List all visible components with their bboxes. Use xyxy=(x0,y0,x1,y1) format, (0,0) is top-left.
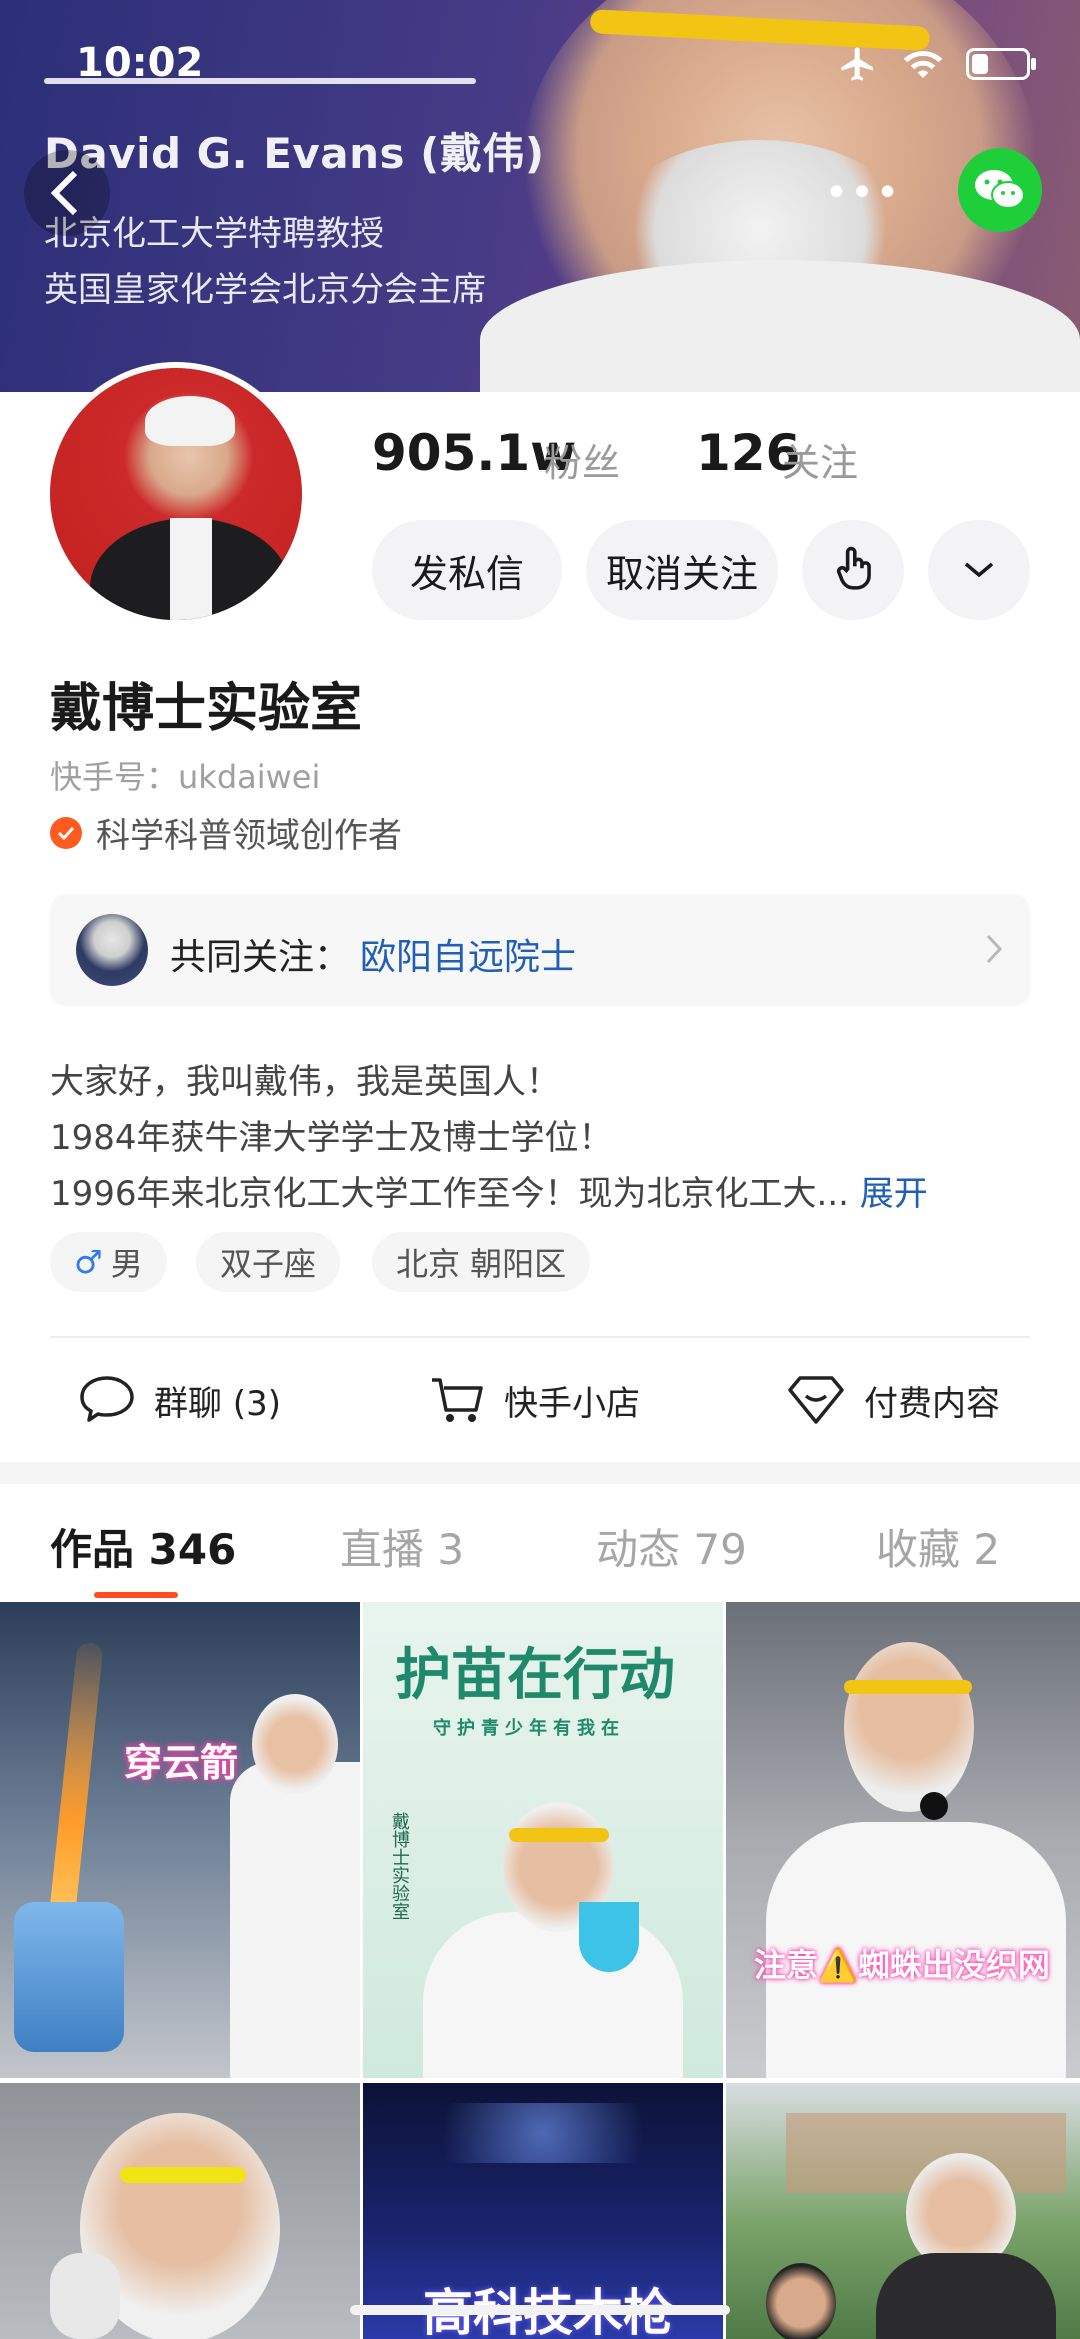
rocket-flame xyxy=(46,1641,104,1943)
unfollow-button[interactable]: 取消关注 xyxy=(586,520,778,620)
divider xyxy=(50,1336,1030,1338)
unfollow-label: 取消关注 xyxy=(605,551,758,596)
status-time: 10:02 xyxy=(76,40,204,86)
battery-icon xyxy=(966,48,1036,80)
paid-content-label: 付费内容 xyxy=(864,1383,1000,1424)
video-1-caption: 穿云箭 xyxy=(124,1741,239,1785)
goggles xyxy=(509,1828,609,1842)
spider-icon xyxy=(920,1792,948,1820)
shop-button[interactable]: 快手小店 xyxy=(428,1368,640,1432)
banner-name: David G. Evans (戴伟) xyxy=(44,129,545,178)
goggles xyxy=(120,2167,246,2183)
active-tab-indicator xyxy=(94,1592,178,1598)
child-head xyxy=(766,2263,836,2339)
video-2-title: 护苗在行动 xyxy=(395,1642,675,1708)
location-tag: 北京 朝阳区 xyxy=(372,1232,591,1292)
paid-content-button[interactable]: 付费内容 xyxy=(786,1368,1000,1432)
person-body xyxy=(876,2253,1056,2339)
person-head xyxy=(252,1694,338,1794)
tab-moments[interactable]: 动态 79 xyxy=(596,1516,747,1577)
video-2-subtitle: 守护青少年有我在 xyxy=(433,1718,625,1739)
male-icon: ♂ xyxy=(74,1243,103,1281)
video-tile-3[interactable]: 注意⚠️蜘蛛出没织网 xyxy=(726,1602,1080,2078)
banner-title-2: 英国皇家化学会北京分会主席 xyxy=(44,270,486,310)
goggles xyxy=(844,1680,972,1694)
expand-bio-link[interactable]: 展开 xyxy=(860,1174,928,1214)
video-3-caption: 注意⚠️蜘蛛出没织网 xyxy=(754,1946,1050,1984)
gender-label: 男 xyxy=(110,1245,143,1283)
gender-tag: ♂ 男 xyxy=(50,1232,167,1292)
video-tile-1[interactable]: 穿云箭 xyxy=(0,1602,360,2078)
bio-line-2: 1984年获牛津大学学士及博士学位！ xyxy=(50,1118,613,1158)
wechat-icon xyxy=(975,170,1025,209)
chevron-down-icon xyxy=(964,562,994,578)
status-icons xyxy=(836,44,1036,84)
video-tile-6[interactable] xyxy=(726,2083,1080,2339)
video-tile-2[interactable]: 护苗在行动 守护青少年有我在 戴博士实验室 xyxy=(363,1602,723,2078)
mutual-name[interactable]: 欧阳自远院士 xyxy=(360,928,576,980)
tab-live[interactable]: 直播 3 xyxy=(340,1516,464,1577)
airplane-icon xyxy=(841,47,873,81)
water-bottle xyxy=(14,1902,124,2052)
more-button[interactable]: ••• xyxy=(820,150,906,236)
bio-line-1: 大家好，我叫戴伟，我是英国人！ xyxy=(50,1062,560,1102)
mutual-label: 共同关注： xyxy=(170,937,351,978)
bio: 大家好，我叫戴伟，我是英国人！ 1984年获牛津大学学士及博士学位！ 1996年… xyxy=(50,1054,1040,1222)
finger-tap-icon xyxy=(836,546,871,590)
followers-label[interactable]: 粉丝 xyxy=(544,432,620,487)
following-label[interactable]: 关注 xyxy=(782,432,858,487)
wifi-icon xyxy=(903,51,943,78)
section-gap xyxy=(0,1462,1080,1484)
zodiac-label: 双子座 xyxy=(220,1245,317,1283)
video-tile-5[interactable]: 高科技木枪 xyxy=(363,2083,723,2339)
person-head xyxy=(844,1642,974,1812)
creator-label: 科学科普领域创作者 xyxy=(96,816,402,856)
cart-icon xyxy=(432,1378,483,1422)
shop-label: 快手小店 xyxy=(504,1383,640,1424)
bio-line-3: 1996年来北京化工大学工作至今！现为北京化工大... xyxy=(50,1174,849,1214)
send-message-button[interactable]: 发私信 xyxy=(372,520,562,620)
glove xyxy=(50,2253,120,2339)
tab-works[interactable]: 作品 346 xyxy=(50,1516,236,1577)
video-tile-4[interactable] xyxy=(0,2083,360,2339)
lab-coat-person xyxy=(230,1762,360,2078)
flask xyxy=(579,1902,639,1972)
zodiac-tag: 双子座 xyxy=(196,1232,341,1292)
stage-lights xyxy=(403,2103,683,2163)
send-message-label: 发私信 xyxy=(409,551,524,596)
avatar-photo xyxy=(50,368,302,620)
more-dots-icon: ••• xyxy=(824,170,902,216)
more-options-button[interactable] xyxy=(928,520,1030,620)
kuaishou-id[interactable]: 快手号：ukdaiwei xyxy=(50,752,320,798)
tab-favorites[interactable]: 收藏 2 xyxy=(876,1516,1000,1577)
lab-coat-person xyxy=(423,1912,683,2078)
diamond-icon xyxy=(788,1376,844,1424)
location-label: 北京 朝阳区 xyxy=(396,1245,567,1283)
back-button[interactable] xyxy=(24,150,110,236)
avatar-shirt xyxy=(170,518,212,620)
mutual-follow-card[interactable]: 共同关注： 欧阳自远院士 xyxy=(50,894,1030,1006)
back-arrow-icon xyxy=(50,170,78,216)
chat-bubble-icon xyxy=(80,1376,134,1422)
avatar[interactable] xyxy=(44,362,308,626)
gesture-button[interactable] xyxy=(802,520,904,620)
chevron-right-icon xyxy=(986,934,1003,964)
home-indicator xyxy=(350,2305,730,2315)
mutual-avatar xyxy=(76,914,148,986)
video-2-vertical-text: 戴博士实验室 xyxy=(389,1812,410,1920)
creator-badge[interactable]: 科学科普领域创作者 xyxy=(50,808,402,857)
avatar-hair xyxy=(145,396,235,446)
group-chat-button[interactable]: 群聊 (3) xyxy=(78,1368,281,1432)
wechat-share-button[interactable] xyxy=(958,148,1042,232)
group-chat-label: 群聊 (3) xyxy=(154,1383,281,1424)
profile-name: 戴博士实验室 xyxy=(50,679,363,739)
verified-check-icon xyxy=(50,816,82,849)
